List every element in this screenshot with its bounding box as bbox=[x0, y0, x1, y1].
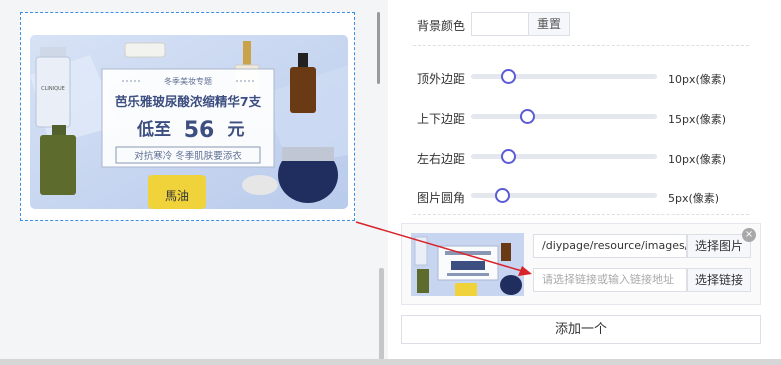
annotation-arrow bbox=[355, 221, 532, 276]
horizontal-scrollbar[interactable] bbox=[0, 359, 781, 365]
